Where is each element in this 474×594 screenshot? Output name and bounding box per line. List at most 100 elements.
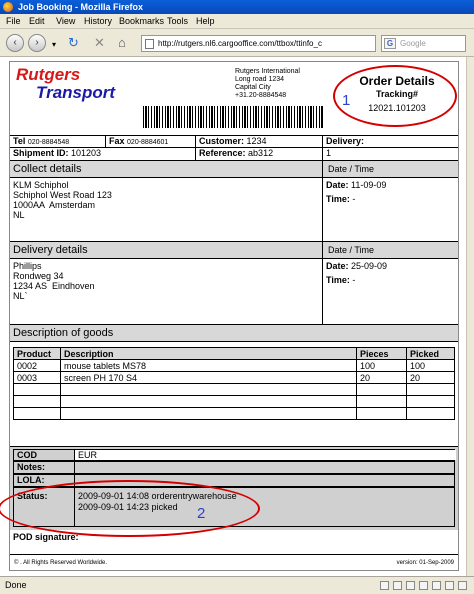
menu-view[interactable]: View (56, 16, 75, 26)
cell-picked (406, 407, 455, 420)
page-icon (145, 39, 154, 49)
cell-description: screen PH 170 S4 (60, 371, 357, 384)
page-viewport: Rutgers Transport Rutgers International … (0, 57, 474, 576)
goods-header-row: Product Description Pieces Picked (13, 347, 455, 360)
barcode-image (143, 106, 323, 128)
info-row-1: Tel 020-8884548 Fax 020-8884601 Customer… (10, 135, 458, 147)
col-pieces: Pieces (356, 347, 407, 360)
forward-button[interactable]: › (28, 34, 46, 52)
home-icon[interactable]: ⌂ (118, 36, 126, 49)
cell-picked (406, 383, 455, 396)
delivery-date-time-heading: Date / Time (322, 242, 374, 258)
menu-tools[interactable]: Tools (167, 16, 188, 26)
cell-pieces (356, 395, 407, 408)
collect-details-header: Collect details Date / Time (10, 160, 458, 178)
collect-time-value: - (352, 194, 356, 204)
cell-description (60, 395, 357, 408)
addon-icon[interactable] (458, 581, 467, 590)
delivery-time-value: - (352, 275, 356, 285)
addon-icon[interactable] (419, 581, 428, 590)
menu-file[interactable]: File (6, 16, 21, 26)
cell-product: 0003 (13, 371, 61, 384)
delivery-heading: Delivery details (13, 244, 88, 256)
cell-description (60, 407, 357, 420)
col-picked: Picked (406, 347, 455, 360)
history-dropdown-icon[interactable]: ▾ (52, 38, 56, 51)
cell-product (13, 395, 61, 408)
addon-icon[interactable] (445, 581, 454, 590)
logo-rutgers: Rutgers (16, 65, 81, 84)
order-document: Rutgers Transport Rutgers International … (0, 61, 459, 571)
cell-description (60, 383, 357, 396)
collect-date-value: 11-09-09 (351, 180, 387, 190)
vertical-scrollbar[interactable] (466, 57, 474, 576)
col-description: Description (60, 347, 357, 360)
addon-icon[interactable] (380, 581, 389, 590)
table-row: 0003 screen PH 170 S4 20 20 (13, 371, 455, 384)
menu-edit[interactable]: Edit (29, 16, 45, 26)
search-input[interactable]: G Google (381, 35, 466, 52)
status-bar: Done (0, 576, 474, 594)
back-button[interactable]: ‹ (6, 34, 24, 52)
table-row (13, 383, 455, 396)
tel-value: 020-8884548 (27, 139, 70, 146)
delivery-count: 1 (326, 148, 332, 158)
logo-transport: Transport (36, 83, 116, 102)
info-row-2: Shipment ID: 101203 Reference: ab312 1 (10, 147, 458, 160)
addon-icon[interactable] (393, 581, 402, 590)
delivery-date-value: 25-09-09 (351, 261, 388, 271)
search-placeholder: Google (400, 39, 426, 48)
cod-row: COD EUR (13, 449, 456, 461)
table-row (13, 395, 455, 408)
stop-icon[interactable]: ✕ (94, 36, 105, 49)
annotation-number-1: 1 (342, 92, 351, 109)
col-product: Product (13, 347, 61, 360)
google-search-icon[interactable]: G (384, 38, 396, 49)
notes-label: Notes: (17, 462, 46, 472)
goods-header: Description of goods (10, 324, 458, 342)
menu-bookmarks[interactable]: Bookmarks (119, 16, 164, 26)
addon-icon[interactable] (432, 581, 441, 590)
delivery-details-header: Delivery details Date / Time (10, 241, 458, 259)
reload-icon[interactable]: ↻ (68, 36, 79, 49)
delivery-label: Delivery: (326, 136, 365, 146)
goods-heading: Description of goods (13, 327, 114, 339)
delivery-address: Phillips Rondweg 34 1234 AS Eindhoven NL… (13, 261, 95, 301)
tel-label: Tel (13, 136, 26, 146)
collect-time-label: Time: (326, 194, 350, 204)
shipment-value: 101203 (71, 148, 102, 158)
cell-description: mouse tablets MS78 (60, 359, 357, 372)
address-url: http://rutgers.nl6.cargooffice.com/ttbox… (158, 39, 322, 48)
fax-label: Fax (109, 136, 125, 146)
goods-table: Product Description Pieces Picked 0002 mo… (13, 347, 455, 420)
collect-date-label: Date: (326, 180, 349, 190)
cod-value: EUR (74, 450, 456, 460)
annotation-ellipse-2 (0, 480, 260, 537)
collect-address: KLM Schiphol Schiphol West Road 123 1000… (13, 180, 112, 220)
navigation-toolbar: ‹ › ▾ ↻ ✕ ⌂ http://rutgers.nl6.cargooffi… (0, 29, 474, 57)
annotation-number-2: 2 (197, 505, 206, 522)
footer-version: version: 01-Sep-2009 (396, 560, 454, 566)
menu-history[interactable]: History (84, 16, 112, 26)
menu-bar: File Edit View History Bookmarks Tools H… (0, 14, 474, 29)
cell-picked (406, 395, 455, 408)
addon-icon[interactable] (406, 581, 415, 590)
cell-pieces (356, 383, 407, 396)
cell-pieces (356, 407, 407, 420)
delivery-date-label: Date: (326, 261, 349, 271)
menu-help[interactable]: Help (196, 16, 215, 26)
cell-product (13, 383, 61, 396)
cell-picked: 20 (406, 371, 455, 384)
window-title: Job Booking - Mozilla Firefox (18, 2, 144, 12)
table-row (13, 407, 455, 420)
footer-rights: © . All Rights Reserved Worldwide. (14, 560, 108, 566)
notes-row: Notes: (13, 461, 455, 474)
collect-date-time-heading: Date / Time (322, 161, 374, 177)
customer-value: 1234 (246, 136, 267, 146)
fax-value: 020-8884601 (127, 139, 169, 146)
shipment-label: Shipment ID: (13, 148, 69, 158)
cell-product (13, 407, 61, 420)
address-bar[interactable]: http://rutgers.nl6.cargooffice.com/ttbox… (141, 35, 376, 52)
reference-value: ab312 (248, 148, 274, 158)
cell-product: 0002 (13, 359, 61, 372)
